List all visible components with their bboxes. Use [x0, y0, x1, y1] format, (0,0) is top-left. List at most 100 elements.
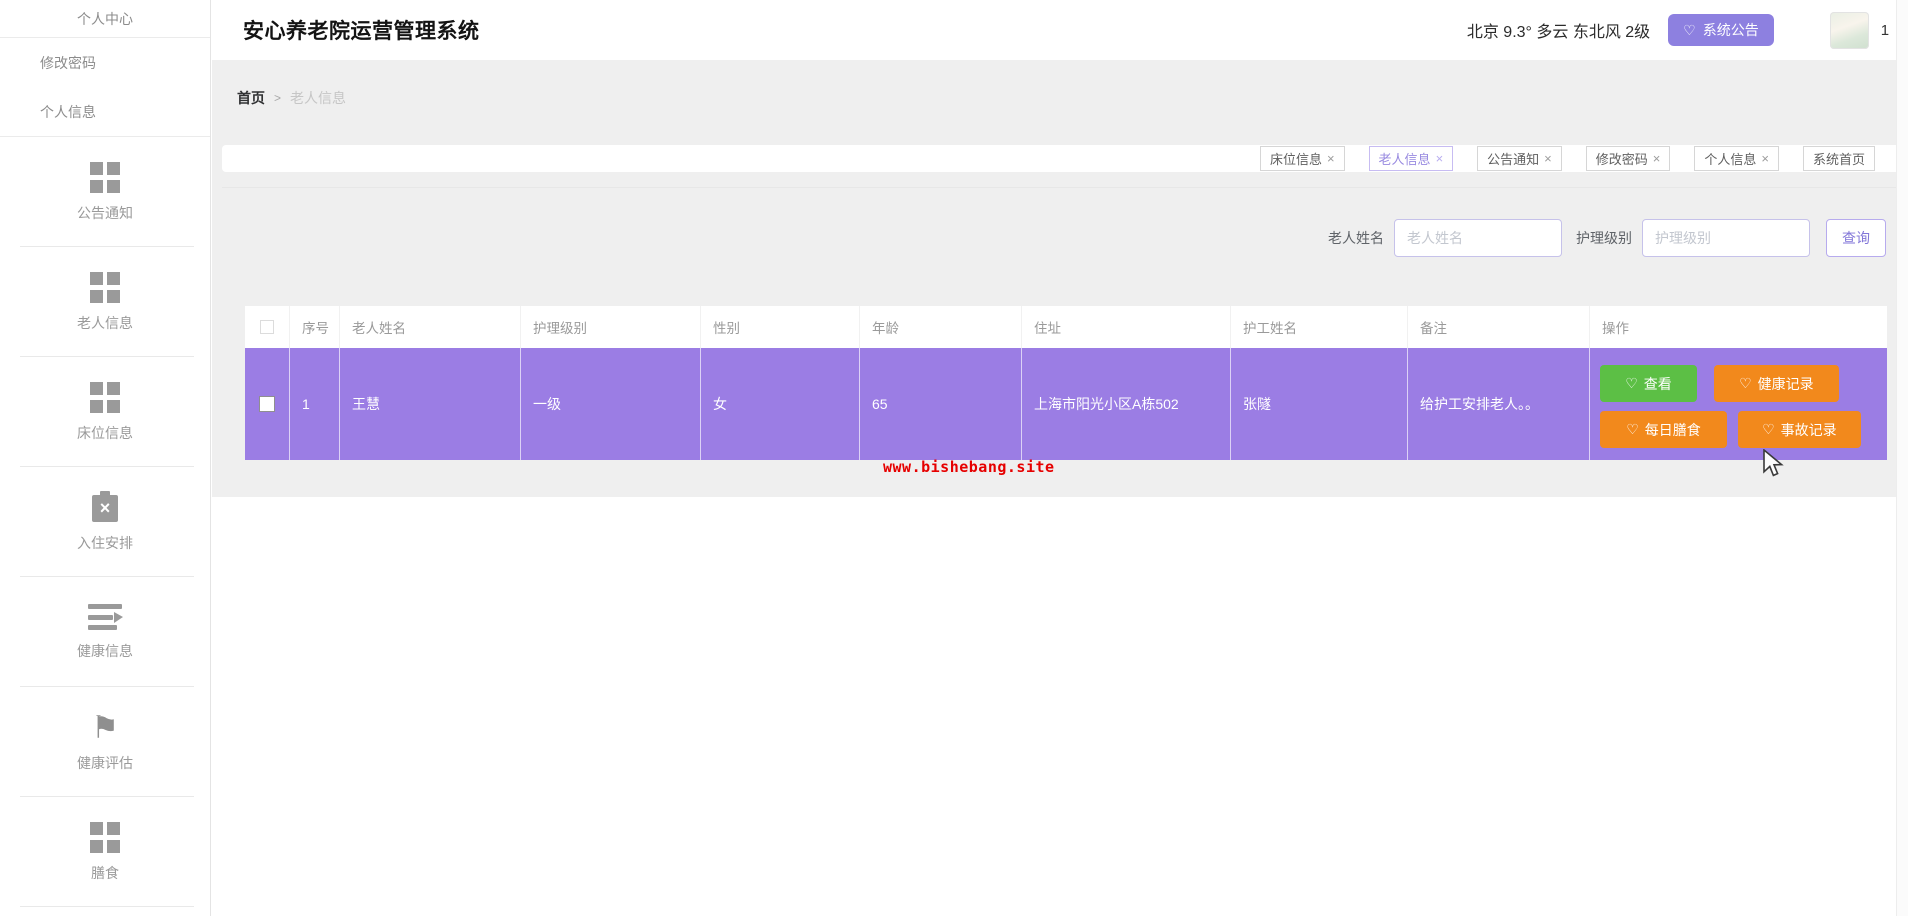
grid-icon	[90, 381, 120, 413]
tab-label: 系统首页	[1812, 152, 1865, 167]
column-header-address: 住址	[1022, 306, 1231, 348]
row-checkbox-cell	[245, 348, 290, 460]
open-tabs-bar: 床位信息 × 老人信息 × 公告通知 × 修改密码 × 个人信息 × 系统首页	[222, 145, 1908, 172]
table-row[interactable]: 1 王慧 一级 女 65 上海市阳光小区A栋502 张隧 给护工安排老人。。 ♡…	[245, 348, 1887, 460]
tab-system-home[interactable]: 系统首页	[1802, 146, 1875, 171]
care-level-input[interactable]	[1642, 219, 1810, 257]
heart-icon: ♡	[1626, 421, 1639, 437]
cell-age: 65	[860, 348, 1022, 460]
grid-icon	[90, 821, 120, 853]
tab-elder-info[interactable]: 老人信息 ×	[1368, 146, 1454, 171]
site-watermark: www.bishebang.site	[883, 458, 1055, 476]
tab-label: 修改密码	[1595, 152, 1648, 167]
view-button[interactable]: ♡ 查看	[1600, 365, 1697, 402]
system-announcement-label: 系统公告	[1702, 22, 1759, 38]
view-button-label: 查看	[1643, 375, 1672, 392]
breadcrumb-current: 老人信息	[290, 90, 347, 106]
header-checkbox-cell	[245, 306, 290, 348]
health-record-button-label: 健康记录	[1757, 375, 1814, 392]
cell-caregiver: 张隧	[1231, 348, 1408, 460]
sidebar-item-label: 健康评估	[77, 754, 133, 771]
table-header-row: 序号 老人姓名 护理级别 性别 年龄 住址 护工姓名 备注 操作	[245, 306, 1887, 348]
grid-icon	[90, 161, 120, 193]
daily-meal-button-label: 每日膳食	[1644, 421, 1701, 438]
select-all-checkbox[interactable]	[260, 320, 274, 334]
app-title: 安心养老院运营管理系统	[243, 20, 480, 43]
heart-icon: ♡	[1625, 375, 1638, 391]
user-badge: 1	[1880, 21, 1890, 39]
heart-icon: ♡	[1683, 21, 1696, 38]
tab-label: 老人信息	[1378, 152, 1431, 167]
list-arrow-icon	[87, 603, 123, 631]
sidebar-item-announcements[interactable]: 公告通知	[0, 137, 210, 247]
elder-name-label: 老人姓名	[1328, 230, 1384, 246]
tab-bed-info[interactable]: 床位信息 ×	[1259, 146, 1345, 171]
close-icon[interactable]: ×	[1544, 151, 1552, 166]
system-announcement-button[interactable]: ♡ 系统公告	[1668, 14, 1774, 46]
health-record-button[interactable]: ♡ 健康记录	[1713, 365, 1839, 402]
tab-label: 床位信息	[1269, 152, 1322, 167]
sidebar-item-bed-info[interactable]: 床位信息	[0, 357, 210, 467]
cell-actions: ♡ 查看 ♡ 健康记录 ♡ 每日膳食 ♡ 事故记录	[1590, 348, 1887, 460]
row-checkbox[interactable]	[259, 396, 275, 412]
sidebar-item-label: 老人信息	[77, 314, 133, 331]
sidebar: 个人中心 修改密码 个人信息 公告通知 老人信息 床位信息 × 入住安排 健康信…	[0, 0, 211, 916]
topbar: 安心养老院运营管理系统 北京 9.3° 多云 东北风 2级 ♡ 系统公告 1 ▼	[212, 0, 1908, 60]
tab-label: 公告通知	[1487, 152, 1540, 167]
column-header-name: 老人姓名	[340, 306, 521, 348]
x-glyph: ×	[92, 495, 118, 522]
accident-record-button[interactable]: ♡ 事故记录	[1737, 411, 1861, 448]
mouse-cursor	[1762, 448, 1788, 484]
care-level-label: 护理级别	[1576, 230, 1632, 246]
content-area: 首页 > 老人信息 床位信息 × 老人信息 × 公告通知 × 修改密码 × 个人…	[212, 60, 1908, 497]
flag-icon: ⚑	[91, 709, 119, 745]
heart-icon: ♡	[1762, 421, 1775, 437]
scrollbar[interactable]	[1896, 0, 1908, 916]
column-header-index: 序号	[290, 306, 340, 348]
topbar-right: 北京 9.3° 多云 东北风 2级 ♡ 系统公告 1 ▼	[1467, 11, 1908, 49]
sidebar-item-checkin-arrangement[interactable]: × 入住安排	[0, 467, 210, 577]
close-icon[interactable]: ×	[1761, 151, 1769, 166]
elder-name-input[interactable]	[1394, 219, 1562, 257]
breadcrumb-home[interactable]: 首页	[237, 88, 265, 108]
cell-address: 上海市阳光小区A栋502	[1022, 348, 1231, 460]
sidebar-item-personal-info[interactable]: 个人信息	[0, 87, 210, 137]
column-header-caregiver: 护工姓名	[1231, 306, 1408, 348]
avatar[interactable]	[1829, 11, 1869, 49]
sidebar-item-label: 床位信息	[77, 424, 133, 441]
sidebar-item-health-assessment[interactable]: ⚑ 健康评估	[0, 687, 210, 797]
clipboard-x-icon: ×	[92, 491, 118, 523]
search-form: 老人姓名 护理级别 查询	[1328, 218, 1886, 258]
daily-meal-button[interactable]: ♡ 每日膳食	[1600, 411, 1727, 448]
app-window: 个人中心 修改密码 个人信息 公告通知 老人信息 床位信息 × 入住安排 健康信…	[0, 0, 1920, 916]
sidebar-item-meals[interactable]: 膳食	[0, 797, 210, 907]
sidebar-item-label: 健康信息	[77, 643, 133, 659]
close-icon[interactable]: ×	[1436, 151, 1444, 166]
breadcrumb: 首页 > 老人信息	[237, 88, 346, 108]
cell-gender: 女	[701, 348, 860, 460]
tab-personal-info[interactable]: 个人信息 ×	[1694, 146, 1779, 171]
tab-label: 个人信息	[1704, 152, 1757, 167]
column-header-gender: 性别	[701, 306, 860, 348]
sidebar-item-personal-center[interactable]: 个人中心	[0, 0, 210, 38]
tab-change-password[interactable]: 修改密码 ×	[1585, 146, 1671, 171]
column-header-care-level: 护理级别	[521, 306, 701, 348]
accident-record-button-label: 事故记录	[1780, 421, 1837, 438]
cell-index: 1	[290, 348, 340, 460]
query-button[interactable]: 查询	[1826, 219, 1886, 257]
sidebar-item-health-info[interactable]: 健康信息	[0, 577, 210, 687]
sidebar-item-label: 膳食	[91, 864, 119, 881]
cell-care-level: 一级	[521, 348, 701, 460]
sidebar-item-change-password[interactable]: 修改密码	[0, 38, 210, 87]
column-header-actions: 操作	[1602, 321, 1629, 336]
column-header-age: 年龄	[860, 306, 1022, 348]
main-area: 安心养老院运营管理系统 北京 9.3° 多云 东北风 2级 ♡ 系统公告 1 ▼…	[212, 0, 1908, 916]
tab-announcements[interactable]: 公告通知 ×	[1477, 146, 1562, 171]
sidebar-item-elder-info[interactable]: 老人信息	[0, 247, 210, 357]
close-icon[interactable]: ×	[1327, 151, 1335, 166]
close-icon[interactable]: ×	[1653, 151, 1661, 166]
divider	[222, 187, 1908, 188]
grid-icon	[90, 271, 120, 303]
elder-table: 序号 老人姓名 护理级别 性别 年龄 住址 护工姓名 备注 操作 1 王慧 一级…	[245, 306, 1887, 460]
column-header-remark: 备注	[1408, 306, 1590, 348]
